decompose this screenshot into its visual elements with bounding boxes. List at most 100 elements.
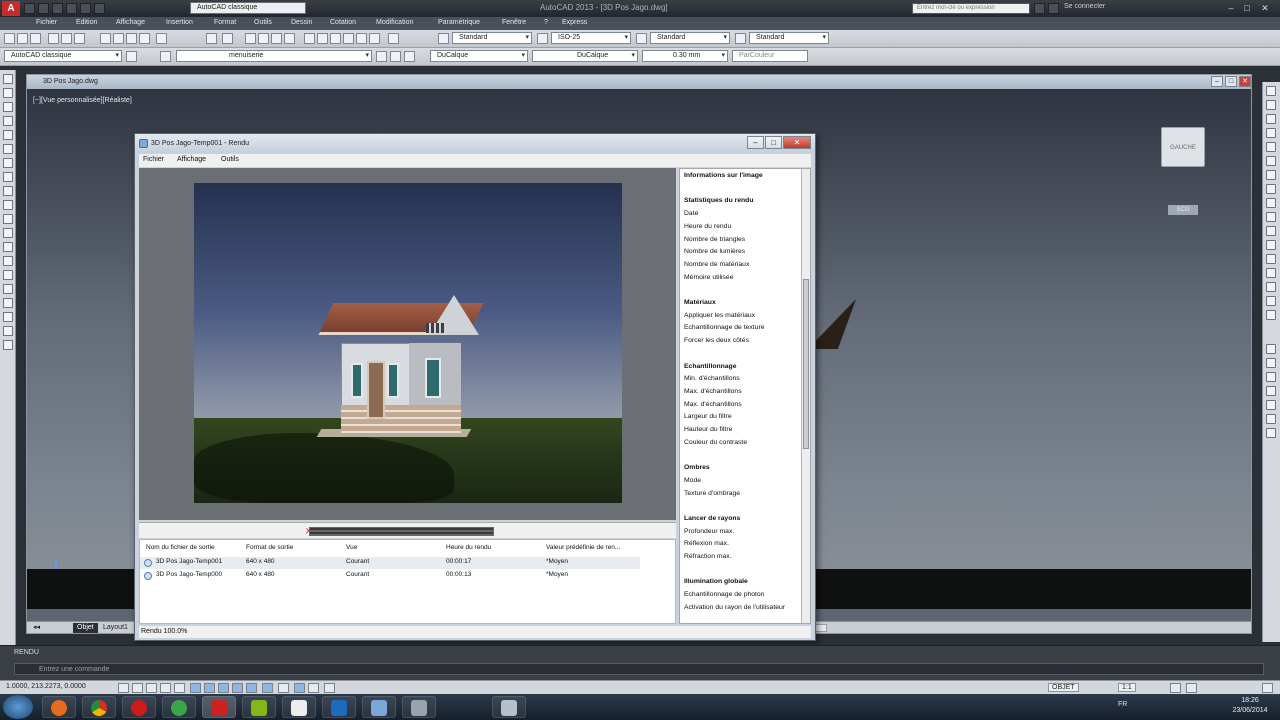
snap-mode-icon[interactable] bbox=[132, 683, 143, 693]
history-row[interactable]: 3D Pos Jago-Temp000 640 x 480 Courant 00… bbox=[140, 570, 640, 582]
make-current-layer-icon[interactable] bbox=[376, 51, 387, 62]
help-icon[interactable] bbox=[388, 33, 399, 44]
info-vertical-scrollbar[interactable] bbox=[801, 169, 810, 623]
menu-fenetre[interactable]: Fenêtre bbox=[502, 19, 526, 26]
table-icon[interactable] bbox=[3, 312, 13, 322]
workspace-settings-icon[interactable] bbox=[126, 51, 137, 62]
workspace-dropdown[interactable]: AutoCAD classique bbox=[190, 2, 306, 14]
block-editor-icon[interactable] bbox=[156, 33, 167, 44]
user-icon[interactable] bbox=[1048, 3, 1059, 14]
taskbar-tool-icon[interactable] bbox=[402, 696, 436, 718]
minimize-button[interactable]: – bbox=[1224, 2, 1238, 14]
snap-tangent-icon[interactable] bbox=[1266, 414, 1276, 424]
render-menu-outils[interactable]: Outils bbox=[221, 156, 239, 163]
dim-style-combo[interactable]: ISO-25 bbox=[551, 32, 631, 44]
drawing-close-button[interactable]: ✕ bbox=[1239, 76, 1251, 87]
infer-constraints-icon[interactable] bbox=[118, 683, 129, 693]
layer-state-icon[interactable] bbox=[404, 51, 415, 62]
table-style-combo[interactable]: Standard bbox=[650, 32, 730, 44]
layer-combo[interactable]: menuiserie bbox=[176, 50, 372, 62]
grid-display-icon[interactable] bbox=[146, 683, 157, 693]
clean-screen-icon[interactable] bbox=[1262, 683, 1273, 693]
render-menu-affichage[interactable]: Affichage bbox=[177, 156, 206, 163]
object-snap-icon[interactable] bbox=[190, 683, 201, 693]
circle-icon[interactable] bbox=[3, 158, 13, 168]
menu-dessin[interactable]: Dessin bbox=[291, 19, 312, 26]
erase-icon[interactable] bbox=[1266, 86, 1276, 96]
viewcube[interactable]: GAUCHE bbox=[1161, 127, 1205, 167]
markup-icon[interactable] bbox=[356, 33, 367, 44]
join-icon[interactable] bbox=[1266, 254, 1276, 264]
selection-cycling-icon[interactable] bbox=[308, 683, 319, 693]
transparency-icon[interactable] bbox=[278, 683, 289, 693]
taskbar-explorer-icon[interactable] bbox=[282, 696, 316, 718]
zoom-previous-icon[interactable] bbox=[284, 33, 295, 44]
redo-tool-icon[interactable] bbox=[222, 33, 233, 44]
lock-ui-icon[interactable] bbox=[1186, 683, 1197, 693]
col-format[interactable]: Format de sortie bbox=[246, 544, 293, 551]
quick-properties-icon[interactable] bbox=[294, 683, 305, 693]
col-time[interactable]: Heure du rendu bbox=[446, 544, 491, 551]
new-file-icon[interactable] bbox=[4, 33, 15, 44]
mirror-icon[interactable] bbox=[1266, 114, 1276, 124]
multileader-style-icon[interactable] bbox=[735, 33, 746, 44]
3d-object-snap-icon[interactable] bbox=[204, 683, 215, 693]
multileader-style-combo[interactable]: Standard bbox=[749, 32, 829, 44]
menu-affichage[interactable]: Affichage bbox=[116, 19, 145, 26]
polygon-icon[interactable] bbox=[3, 116, 13, 126]
drawing-restore-button[interactable]: □ bbox=[1225, 76, 1237, 87]
object-snap-tracking-icon[interactable] bbox=[218, 683, 229, 693]
zoom-window-icon[interactable] bbox=[271, 33, 282, 44]
scale-icon[interactable] bbox=[1266, 184, 1276, 194]
undo-icon[interactable] bbox=[66, 3, 77, 14]
dim-style-icon[interactable] bbox=[537, 33, 548, 44]
maximize-button[interactable]: □ bbox=[1240, 2, 1254, 14]
render-minimize-button[interactable]: – bbox=[747, 136, 764, 149]
close-button[interactable]: ✕ bbox=[1258, 2, 1272, 14]
stretch-icon[interactable] bbox=[1266, 198, 1276, 208]
menu-help[interactable]: ? bbox=[544, 19, 548, 26]
linetype-combo[interactable]: DuCalque bbox=[532, 50, 638, 62]
blend-icon[interactable] bbox=[1266, 296, 1276, 306]
preview-icon[interactable] bbox=[61, 33, 72, 44]
render-close-button[interactable]: ✕ bbox=[783, 136, 811, 149]
snap-endpoint-icon[interactable] bbox=[1266, 344, 1276, 354]
render-maximize-button[interactable]: □ bbox=[765, 136, 782, 149]
redo-icon[interactable] bbox=[80, 3, 91, 14]
zoom-realtime-icon[interactable] bbox=[258, 33, 269, 44]
keyboard-language[interactable]: FR bbox=[1118, 701, 1127, 708]
tool-palette-icon[interactable] bbox=[330, 33, 341, 44]
snap-quadrant-icon[interactable] bbox=[1266, 400, 1276, 410]
trim-icon[interactable] bbox=[1266, 212, 1276, 222]
menu-edition[interactable]: Edition bbox=[76, 19, 97, 26]
render-menu-fichier[interactable]: Fichier bbox=[143, 156, 164, 163]
color-combo[interactable]: DuCalque bbox=[430, 50, 528, 62]
annotation-monitor-icon[interactable] bbox=[324, 683, 335, 693]
ellipse-icon[interactable] bbox=[3, 200, 13, 210]
array-icon[interactable] bbox=[1266, 142, 1276, 152]
history-row[interactable]: 3D Pos Jago-Temp001 640 x 480 Courant 00… bbox=[140, 557, 640, 569]
copy-object-icon[interactable] bbox=[1266, 100, 1276, 110]
publish-icon[interactable] bbox=[74, 33, 85, 44]
menu-express[interactable]: Express bbox=[562, 19, 587, 26]
ellipse-arc-icon[interactable] bbox=[3, 214, 13, 224]
taskbar-outlook-icon[interactable] bbox=[322, 696, 356, 718]
table-style-icon[interactable] bbox=[636, 33, 647, 44]
paste-icon[interactable] bbox=[126, 33, 137, 44]
construction-line-icon[interactable] bbox=[3, 88, 13, 98]
connect-label[interactable]: Se connecter bbox=[1064, 3, 1105, 10]
fillet-icon[interactable] bbox=[1266, 282, 1276, 292]
undo-tool-icon[interactable] bbox=[206, 33, 217, 44]
break-icon[interactable] bbox=[1266, 240, 1276, 250]
menu-modification[interactable]: Modification bbox=[376, 19, 413, 26]
rotate-icon[interactable] bbox=[1266, 170, 1276, 180]
taskbar-greenapp-icon[interactable] bbox=[162, 696, 196, 718]
hatch-icon[interactable] bbox=[3, 270, 13, 280]
spline-icon[interactable] bbox=[3, 186, 13, 196]
lineweight-combo[interactable]: 0.30 mm bbox=[642, 50, 728, 62]
taskbar-windows-icon[interactable] bbox=[242, 696, 276, 718]
taskbar-render-icon[interactable] bbox=[492, 696, 526, 718]
col-filename[interactable]: Nom du fichier de sortie bbox=[146, 544, 215, 551]
open-file-icon[interactable] bbox=[17, 33, 28, 44]
snap-midpoint-icon[interactable] bbox=[1266, 358, 1276, 368]
